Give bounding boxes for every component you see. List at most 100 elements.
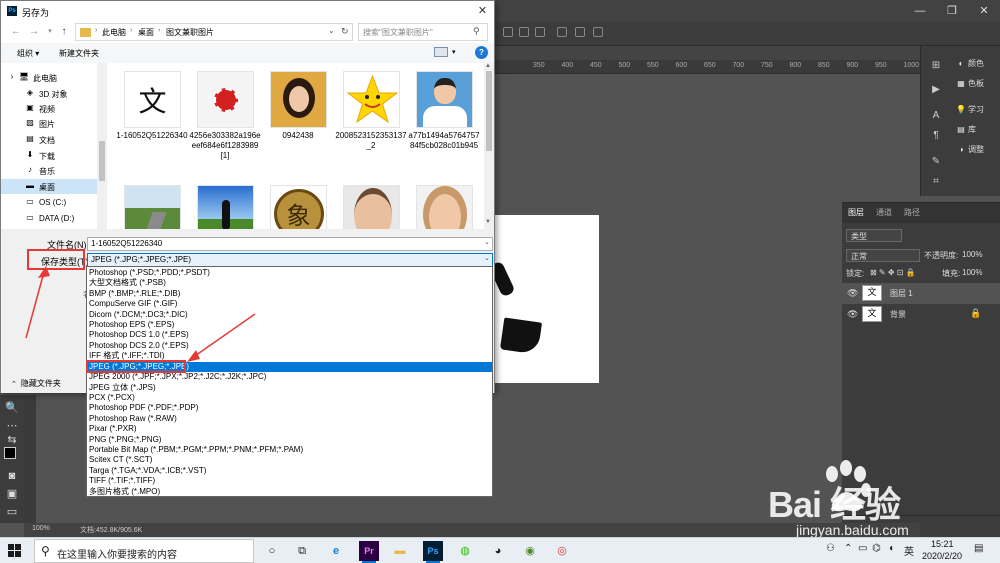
filetype-option[interactable]: BMP (*.BMP;*.RLE;*.DIB): [87, 289, 492, 299]
filetype-option[interactable]: TIFF (*.TIF;*.TIFF): [87, 476, 492, 486]
filetype-option[interactable]: Photoshop Raw (*.RAW): [87, 414, 492, 424]
file-item[interactable]: 文 1-16052Q51226340: [115, 65, 189, 169]
close-icon[interactable]: ✕: [968, 0, 1000, 22]
filetype-option[interactable]: 大型文档格式 (*.PSB): [87, 278, 492, 288]
filename-field[interactable]: 1-16052Q51226340 ⌄: [87, 237, 493, 251]
quick-mask-icon[interactable]: ◙: [4, 469, 20, 483]
nav-item[interactable]: ▤ 文档: [1, 132, 97, 147]
file-item[interactable]: 2008523152353137_2: [334, 65, 408, 169]
forward-icon[interactable]: →: [27, 25, 41, 39]
3d-pan-icon[interactable]: [575, 27, 585, 37]
more-tools-icon[interactable]: ⋯: [4, 419, 20, 433]
foreground-color-swatch[interactable]: [4, 447, 16, 459]
battery-icon[interactable]: ▭: [858, 543, 867, 554]
tab-channels[interactable]: 通道: [876, 207, 892, 218]
blend-mode-select[interactable]: 正常: [846, 249, 920, 262]
timeline-icon[interactable]: ⧉: [292, 541, 312, 561]
zoom-tool-icon[interactable]: 🔍: [4, 401, 20, 415]
panel-learn[interactable]: 💡 学习: [950, 100, 1000, 120]
windows-start-icon[interactable]: [8, 544, 22, 558]
filetype-option[interactable]: Portable Bit Map (*.PBM;*.PGM;*.PPM;*.PN…: [87, 445, 492, 455]
nav-item[interactable]: ♪ 音乐: [1, 163, 97, 178]
zoom-level[interactable]: 100%: [32, 525, 50, 532]
eye-icon[interactable]: 👁: [847, 309, 858, 320]
taskbar-search-input[interactable]: ⚲ 在这里输入你要搜索的内容: [34, 539, 254, 563]
breadcrumb-item[interactable]: 图文兼职图片: [166, 27, 214, 38]
chevron-down-icon[interactable]: ⌄: [484, 238, 490, 246]
filetype-option[interactable]: Targa (*.TGA;*.VDA;*.ICB;*.VST): [87, 466, 492, 476]
tab-paths[interactable]: 路径: [904, 207, 920, 218]
app-icon[interactable]: ◉: [520, 541, 540, 561]
filetype-option[interactable]: Photoshop DCS 1.0 (*.EPS): [87, 330, 492, 340]
scroll-down-icon[interactable]: ▼: [485, 219, 491, 225]
file-item[interactable]: 象: [261, 179, 335, 229]
filetype-option[interactable]: CompuServe GIF (*.GIF): [87, 299, 492, 309]
view-options-icon[interactable]: [434, 47, 448, 57]
refresh-icon[interactable]: ↻: [341, 26, 349, 37]
filetype-option[interactable]: Scitex CT (*.SCT): [87, 455, 492, 465]
up-icon[interactable]: ↑: [57, 25, 71, 39]
close-button[interactable]: ✕: [471, 1, 494, 21]
filetype-option[interactable]: 多图片格式 (*.MPO): [87, 487, 492, 497]
eye-icon[interactable]: 👁: [847, 288, 858, 299]
file-item[interactable]: 4256e303382a196eeef684e6f1283989[1]: [188, 65, 262, 169]
character-icon[interactable]: A: [930, 110, 942, 122]
filetype-option[interactable]: Dicom (*.DCM;*.DC3;*.DIC): [87, 310, 492, 320]
netease-music-icon[interactable]: ◎: [552, 541, 572, 561]
filetype-option[interactable]: JPEG 2000 (*.JPF;*.JPX;*.JP2;*.J2C;*.J2K…: [87, 372, 492, 382]
nav-item[interactable]: ▭ DATA (D:): [1, 211, 97, 226]
photoshop-taskbar-icon[interactable]: Ps: [423, 541, 443, 563]
edge-icon[interactable]: e: [326, 541, 346, 561]
filetype-option[interactable]: PNG (*.PNG;*.PNG): [87, 435, 492, 445]
filetype-option[interactable]: PCX (*.PCX): [87, 393, 492, 403]
help-button[interactable]: ?: [475, 46, 488, 59]
lock-icons[interactable]: ⊠ ✎ ✥ ⊡ 🔒: [870, 268, 916, 277]
breadcrumb-item[interactable]: 此电脑: [102, 27, 126, 38]
chevron-up-icon[interactable]: ⌃: [844, 543, 852, 554]
file-list-scrollbar[interactable]: ▲ ▼: [484, 63, 494, 229]
ime-indicator[interactable]: 英: [904, 543, 914, 558]
nav-item[interactable]: ⬇ 下载: [1, 148, 97, 163]
clock-date[interactable]: 2020/2/20: [922, 551, 962, 561]
tab-layers[interactable]: 图层: [848, 207, 864, 218]
3d-move-icon[interactable]: [593, 27, 603, 37]
volume-icon[interactable]: ◖: [888, 543, 894, 554]
chevron-down-icon[interactable]: ⌄: [328, 26, 335, 35]
align-icon[interactable]: [519, 27, 529, 37]
hide-folders-button[interactable]: ⌃ 隐藏文件夹: [11, 378, 61, 389]
qq-icon[interactable]: ◕: [488, 541, 508, 561]
screen-mode-icon[interactable]: ▣: [4, 487, 20, 501]
wechat-icon[interactable]: ◍: [455, 541, 475, 561]
brush-icon[interactable]: ✎: [930, 156, 942, 168]
file-explorer-icon[interactable]: ▬: [390, 541, 410, 561]
file-item[interactable]: a77b1494a576475784f5cb028c01b945: [407, 65, 481, 169]
address-bar[interactable]: › 此电脑 › 桌面 › 图文兼职图片 ⌄ ↻: [75, 23, 353, 41]
breadcrumb-item[interactable]: 桌面: [138, 27, 154, 38]
person-icon[interactable]: ⚇: [826, 543, 835, 554]
notification-icon[interactable]: ▤: [974, 543, 983, 554]
minimize-icon[interactable]: —: [904, 0, 936, 22]
file-item[interactable]: 0942438: [261, 65, 335, 169]
filetype-select[interactable]: JPEG (*.JPG;*.JPEG;*.JPE) ⌄: [87, 253, 493, 267]
nav-item[interactable]: ▨ 图片: [1, 116, 97, 131]
clock-time[interactable]: 15:21: [931, 539, 954, 549]
search-input[interactable]: 搜索"图文兼职图片" ⚲: [358, 23, 488, 41]
navigation-scrollbar[interactable]: [97, 63, 107, 229]
document-canvas[interactable]: [490, 215, 599, 383]
filetype-option[interactable]: Photoshop PDF (*.PDF;*.PDP): [87, 403, 492, 413]
recent-dropdown-icon[interactable]: ▾: [43, 25, 57, 39]
nav-item[interactable]: › 🖥 此电脑: [1, 70, 97, 85]
network-icon[interactable]: ⌬: [872, 543, 881, 554]
premiere-icon[interactable]: Pr: [359, 541, 379, 563]
fill-field[interactable]: 100%: [962, 268, 982, 277]
shape-icon[interactable]: ⌗: [930, 176, 942, 188]
file-item[interactable]: [407, 179, 481, 229]
view-dropdown-icon[interactable]: ▾: [452, 48, 456, 56]
layer-row[interactable]: 👁 文 背景 🔒: [842, 304, 1000, 325]
align-icon[interactable]: [503, 27, 513, 37]
nav-item[interactable]: ◈ 3D 对象: [1, 86, 97, 101]
layer-row[interactable]: 👁 文 图层 1: [842, 283, 1000, 304]
filetype-option[interactable]: Photoshop EPS (*.EPS): [87, 320, 492, 330]
history-icon[interactable]: ⊞: [930, 60, 942, 72]
filetype-option[interactable]: Pixar (*.PXR): [87, 424, 492, 434]
